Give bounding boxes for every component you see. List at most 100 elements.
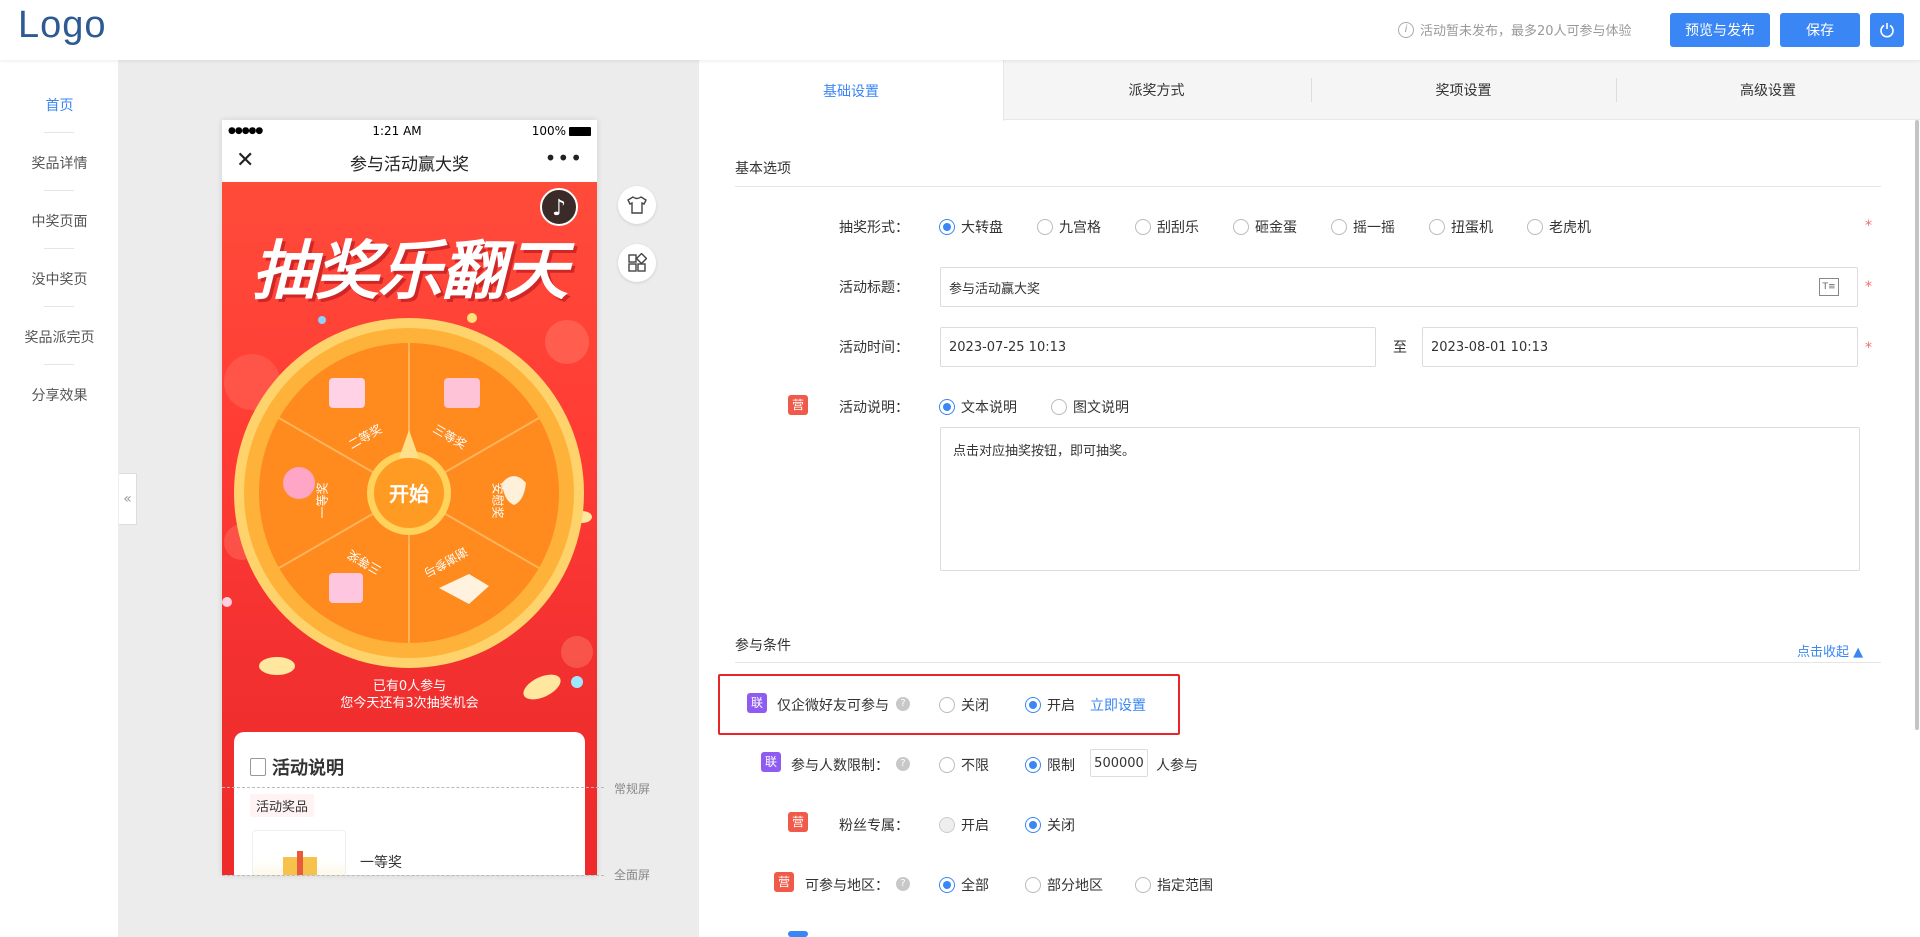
status-time: 1:21 AM bbox=[372, 124, 422, 138]
power-icon bbox=[1880, 23, 1894, 38]
components-button[interactable] bbox=[618, 244, 656, 282]
fans-option-on[interactable]: 开启 bbox=[939, 815, 989, 835]
option-label: 全部 bbox=[961, 878, 989, 894]
form-option-egg[interactable]: 砸金蛋 bbox=[1233, 217, 1297, 237]
prize-name: 一等奖 bbox=[360, 855, 402, 871]
region-label: 可参与地区： bbox=[805, 878, 889, 894]
collapse-section-link[interactable]: 点击收起 ▲ bbox=[1797, 641, 1863, 660]
tab-prizes[interactable]: 奖项设置 bbox=[1311, 60, 1616, 120]
text-format-icon[interactable]: T≡ bbox=[1819, 278, 1839, 296]
radio-icon bbox=[1037, 219, 1053, 235]
sidebar-item-prize-detail[interactable]: 奖品详情 bbox=[0, 153, 119, 173]
sidebar-divider bbox=[44, 306, 74, 307]
phone-nav-title: 参与活动赢大奖 bbox=[350, 154, 469, 175]
start-time-input[interactable]: 2023-07-25 10:13 bbox=[940, 327, 1376, 367]
desc-option-rich[interactable]: 图文说明 bbox=[1051, 397, 1129, 417]
prize-tag: 活动奖品 bbox=[250, 794, 315, 817]
tab-advanced[interactable]: 高级设置 bbox=[1616, 60, 1920, 120]
full-screen-guide bbox=[222, 875, 604, 876]
activity-title-input[interactable]: 参与活动赢大奖 T≡ bbox=[940, 267, 1858, 307]
settings-panel: 基础设置 派奖方式 奖项设置 高级设置 基本选项 抽奖形式： 大转盘 九宫格 刮… bbox=[699, 60, 1920, 937]
battery-percent: 100% bbox=[531, 124, 566, 138]
sidebar-item-share[interactable]: 分享效果 bbox=[0, 385, 119, 405]
option-label: 九宫格 bbox=[1059, 220, 1101, 236]
sidebar-item-lose-page[interactable]: 没中奖页 bbox=[0, 269, 119, 289]
tab-dispatch[interactable]: 派奖方式 bbox=[1004, 60, 1309, 120]
radio-icon bbox=[1135, 219, 1151, 235]
sidebar-item-out-of-stock-page[interactable]: 奖品派完页 bbox=[0, 327, 119, 347]
region-option-all[interactable]: 全部 bbox=[939, 875, 989, 895]
sidebar-collapse-button[interactable]: « bbox=[119, 473, 137, 525]
more-icon[interactable]: ••• bbox=[545, 146, 583, 170]
document-icon bbox=[250, 758, 266, 776]
help-icon[interactable]: ? bbox=[896, 697, 910, 711]
radio-icon bbox=[1135, 877, 1151, 893]
section-conditions-title: 参与条件 bbox=[735, 638, 791, 654]
end-time-input[interactable]: 2023-08-01 10:13 bbox=[1422, 327, 1858, 367]
option-label: 摇一摇 bbox=[1353, 220, 1395, 236]
form-option-shake[interactable]: 摇一摇 bbox=[1331, 217, 1395, 237]
wecom-option-on[interactable]: 开启 bbox=[1025, 695, 1075, 715]
radio-icon bbox=[1429, 219, 1445, 235]
radio-icon bbox=[1025, 697, 1041, 713]
normal-screen-label: 常规屏 bbox=[614, 782, 651, 796]
help-icon[interactable]: ? bbox=[896, 877, 910, 891]
linkage-badge: 联 bbox=[747, 693, 767, 713]
form-option-capsule[interactable]: 扭蛋机 bbox=[1429, 217, 1493, 237]
option-label: 扭蛋机 bbox=[1451, 220, 1493, 236]
desc-option-text[interactable]: 文本说明 bbox=[939, 397, 1017, 417]
theme-button[interactable] bbox=[618, 186, 656, 224]
scrollbar[interactable] bbox=[1915, 120, 1919, 730]
form-option-slot[interactable]: 老虎机 bbox=[1527, 217, 1591, 237]
fans-option-off[interactable]: 关闭 bbox=[1025, 815, 1075, 835]
region-option-custom[interactable]: 指定范围 bbox=[1135, 875, 1213, 895]
logo: Logo bbox=[18, 4, 107, 46]
form-option-wheel[interactable]: 大转盘 bbox=[939, 217, 1003, 237]
sidebar-item-home[interactable]: 首页 bbox=[0, 95, 119, 115]
form-option-scratch[interactable]: 刮刮乐 bbox=[1135, 217, 1199, 237]
marketing-badge: 营 bbox=[774, 872, 794, 892]
option-label: 大转盘 bbox=[961, 220, 1003, 236]
activity-title-label: 活动标题： bbox=[839, 280, 909, 296]
form-option-grid[interactable]: 九宫格 bbox=[1037, 217, 1101, 237]
battery-indicator: 100% bbox=[532, 124, 591, 138]
wecom-option-off[interactable]: 关闭 bbox=[939, 695, 989, 715]
participant-limit-input[interactable]: 500000 bbox=[1090, 749, 1148, 777]
help-icon[interactable]: ? bbox=[896, 757, 910, 771]
battery-icon bbox=[569, 126, 591, 136]
participation-info: 已有0人参与 您今天还有3次抽奖机会 bbox=[222, 678, 597, 712]
participant-limit-label: 参与人数限制： bbox=[791, 758, 889, 774]
time-separator: 至 bbox=[1393, 340, 1407, 356]
participant-limit-suffix: 人参与 bbox=[1156, 758, 1198, 774]
save-button[interactable]: 保存 bbox=[1780, 13, 1860, 47]
power-button[interactable] bbox=[1870, 13, 1904, 47]
lottery-form-label: 抽奖形式： bbox=[839, 220, 909, 236]
fans-only-label: 粉丝专属： bbox=[839, 818, 909, 834]
radio-icon bbox=[1527, 219, 1543, 235]
publish-status: i 活动暂未发布，最多20人可参与体验 bbox=[1398, 20, 1632, 39]
info-icon: i bbox=[1398, 21, 1414, 38]
shirt-icon bbox=[627, 196, 647, 214]
required-mark: * bbox=[1865, 279, 1872, 295]
close-icon[interactable]: ✕ bbox=[236, 148, 254, 173]
activity-desc-textarea[interactable]: 点击对应抽奖按钮，即可抽奖。 bbox=[940, 427, 1860, 571]
limit-option-unlimited[interactable]: 不限 bbox=[939, 755, 989, 775]
setup-now-link[interactable]: 立即设置 bbox=[1090, 695, 1146, 715]
region-option-partial[interactable]: 部分地区 bbox=[1025, 875, 1103, 895]
sidebar-divider bbox=[44, 190, 74, 191]
section-divider bbox=[735, 186, 1881, 187]
normal-screen-guide bbox=[222, 787, 604, 788]
publish-tip-text: 活动暂未发布，最多20人可参与体验 bbox=[1420, 24, 1632, 39]
gift-icon bbox=[283, 851, 317, 875]
sidebar-item-win-page[interactable]: 中奖页面 bbox=[0, 211, 119, 231]
joined-count: 已有0人参与 bbox=[372, 679, 447, 694]
required-mark: * bbox=[1865, 340, 1872, 356]
option-label: 开启 bbox=[961, 818, 989, 834]
status-bar: ●●●●● 1:21 AM 100% bbox=[222, 120, 597, 142]
preview-publish-button[interactable]: 预览与发布 bbox=[1670, 13, 1770, 47]
option-label: 限制 bbox=[1047, 758, 1075, 774]
section-divider bbox=[735, 662, 1881, 663]
limit-option-limited[interactable]: 限制 bbox=[1025, 755, 1075, 775]
tab-basic[interactable]: 基础设置 bbox=[699, 60, 1004, 121]
start-button[interactable]: 开始 bbox=[374, 478, 444, 507]
